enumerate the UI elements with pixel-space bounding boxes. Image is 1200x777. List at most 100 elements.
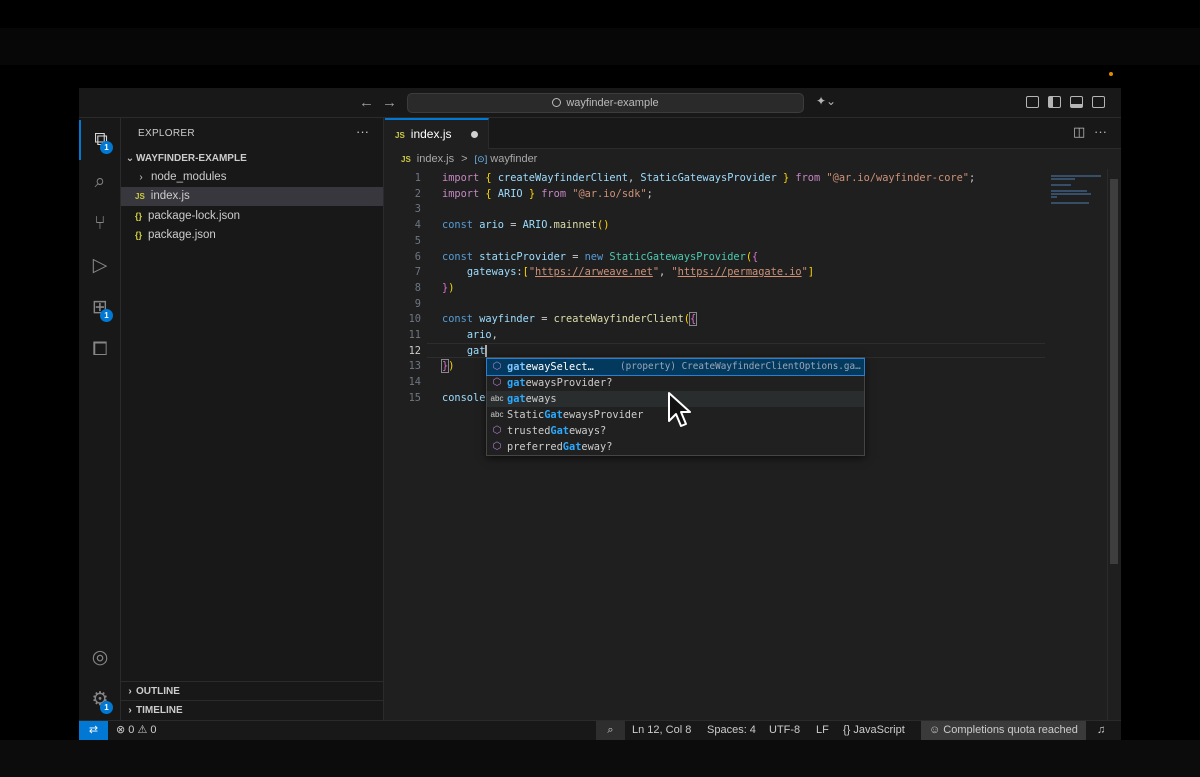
timeline-section[interactable]: › TIMELINE (121, 700, 383, 719)
explorer-badge: 1 (100, 141, 113, 154)
split-editor-icon[interactable]: ◫ (1073, 124, 1085, 140)
suggestion-detail: (property) CreateWayfinderClientOptions.… (620, 361, 861, 372)
command-center-search[interactable]: wayfinder-example (407, 93, 804, 113)
back-arrow-icon[interactable]: ← (359, 94, 374, 111)
code-line: 8}) (385, 281, 1045, 297)
toggle-secondary-sidebar-icon[interactable] (1092, 96, 1105, 108)
explorer-icon[interactable]: ⧉ 1 (79, 120, 121, 160)
manage-gear-icon[interactable]: ⚙ 1 (79, 680, 121, 720)
more-actions-icon[interactable]: ··· (1094, 124, 1107, 139)
zoom-icon[interactable]: ⌕ (596, 721, 625, 740)
minimap[interactable] (1045, 169, 1107, 229)
suggestion-label: preferredGateway? (507, 441, 613, 453)
toggle-panel-icon[interactable] (1070, 96, 1083, 108)
code-text: ario, (466, 329, 498, 341)
notifications-bell-icon[interactable]: ♫ (1097, 721, 1105, 740)
explorer-sidebar: EXPLORER ··· ⌄ WAYFINDER-EXAMPLE › node_mo… (121, 118, 384, 720)
quota-label: Completions quota reached (943, 724, 1078, 736)
recording-dot (1109, 72, 1113, 76)
outline-label: OUTLINE (136, 686, 180, 697)
suggestion-item[interactable]: ⬡ gatewaysProvider? (487, 375, 864, 391)
code-line: 11 ario, (385, 328, 1045, 344)
title-bar: ← → wayfinder-example ✦⌄ (79, 88, 1121, 118)
copilot-icon: ☺ (929, 724, 941, 736)
code-line: 7 gateways:["https://arweave.net", "http… (385, 265, 1045, 281)
remote-indicator-icon[interactable]: ⇄ (79, 721, 108, 740)
suggestion-label: trustedGateways? (507, 425, 607, 437)
command-center-label: wayfinder-example (566, 97, 659, 109)
suggestion-label: StaticGatewaysProvider (507, 409, 644, 421)
tab-index-js[interactable]: JS index.js (385, 118, 489, 149)
line-number: 6 (414, 250, 421, 263)
line-number: 13 (408, 360, 421, 373)
code-line: 4 const ario = ARIO.mainnet() (385, 218, 1045, 234)
property-icon: ⬡ (492, 361, 502, 372)
toggle-primary-sidebar-icon[interactable] (1048, 96, 1061, 108)
unsaved-dot-icon[interactable] (471, 131, 478, 138)
extensions-icon[interactable]: ⊞ 1 (79, 288, 121, 328)
remote-explorer-icon[interactable]: ⧠ (79, 330, 121, 370)
breadcrumb: JS index.js > [⊙] wayfinder (385, 149, 1121, 169)
outline-section[interactable]: › OUTLINE (121, 681, 383, 700)
tab-label: index.js (410, 127, 452, 141)
editor-tab-bar: JS index.js ◫ ··· (385, 118, 1121, 149)
breadcrumb-symbol[interactable]: wayfinder (490, 153, 537, 165)
timeline-label: TIMELINE (136, 705, 183, 716)
customize-layout-icon[interactable] (1026, 96, 1039, 108)
chevron-right-icon: › (128, 686, 132, 697)
code-text: gat (466, 344, 487, 357)
line-number: 15 (408, 391, 421, 404)
suggestion-label: gateways (507, 393, 557, 405)
suggestion-item[interactable]: ⬡ gatewaySelect… (property) CreateWayfin… (486, 358, 865, 376)
extensions-badge: 1 (100, 309, 113, 322)
code-text: console (442, 391, 486, 404)
language-mode[interactable]: {} JavaScript (843, 721, 905, 740)
explorer-title: EXPLORER (138, 128, 195, 139)
code-text: const staticProvider = new StaticGateway… (442, 250, 759, 263)
tree-item-package-json[interactable]: {} package.json (121, 226, 383, 245)
cursor-position[interactable]: Ln 12, Col 8 (632, 721, 691, 740)
line-number: 4 (414, 219, 421, 232)
javascript-file-icon: JS (135, 192, 145, 201)
scrollbar-thumb[interactable] (1110, 179, 1118, 564)
settings-badge: 1 (100, 701, 113, 714)
workspace-folder[interactable]: ⌄ WAYFINDER-EXAMPLE (121, 149, 383, 168)
accounts-icon[interactable]: ◎ (79, 638, 121, 678)
javascript-file-icon: JS (401, 155, 411, 164)
json-file-icon: {} (135, 211, 143, 221)
search-icon[interactable]: ⌕ (79, 162, 121, 202)
text-caret (485, 344, 487, 357)
code-line: 3 (385, 202, 1045, 218)
warning-count: 0 (150, 724, 157, 736)
suggestion-item[interactable]: ⬡ preferredGateway? (487, 439, 864, 455)
forward-arrow-icon[interactable]: → (382, 94, 397, 111)
tree-item-label: package.json (148, 229, 216, 241)
vscode-window: ← → wayfinder-example ✦⌄ ⧉ 1 ⌕ ⑂ ▷ ⊞ 1 ⧠ ◎… (79, 88, 1121, 740)
run-debug-icon[interactable]: ▷ (79, 246, 121, 286)
chevron-down-icon: ⌄ (125, 153, 135, 164)
problems-indicator[interactable]: ⊗ 0 ⚠ 0 (116, 721, 157, 740)
more-actions-icon[interactable]: ··· (356, 124, 369, 139)
end-of-line[interactable]: LF (816, 721, 829, 740)
chevron-right-icon: › (139, 172, 143, 183)
warning-icon: ⚠ (137, 724, 148, 736)
source-control-icon[interactable]: ⑂ (79, 204, 121, 244)
activity-bar: ⧉ 1 ⌕ ⑂ ▷ ⊞ 1 ⧠ ◎ ⚙ 1 (79, 118, 121, 720)
tree-item-node-modules[interactable]: › node_modules (121, 168, 383, 187)
editor-scrollbar[interactable] (1107, 169, 1119, 720)
code-line: 5 (385, 234, 1045, 250)
suggestion-label: gatewaysProvider? (507, 377, 613, 389)
copilot-icon[interactable]: ✦⌄ (816, 94, 836, 108)
breadcrumb-file[interactable]: index.js (417, 153, 454, 165)
status-bar: ⇄ ⊗ 0 ⚠ 0 ⌕ Ln 12, Col 8 Spaces: 4 UTF-8… (79, 720, 1121, 740)
bottom-dark-band (0, 740, 1200, 777)
encoding[interactable]: UTF-8 (769, 721, 800, 740)
indentation[interactable]: Spaces: 4 (707, 721, 756, 740)
top-dark-band (0, 28, 1200, 65)
tree-item-package-lock[interactable]: {} package-lock.json (121, 207, 383, 226)
tree-item-index-js[interactable]: JS index.js (121, 187, 383, 206)
copilot-quota-status[interactable]: ☺ Completions quota reached (921, 721, 1086, 740)
tree-item-label: package-lock.json (148, 210, 241, 222)
error-count: 0 (128, 724, 135, 736)
json-file-icon: {} (135, 230, 143, 240)
